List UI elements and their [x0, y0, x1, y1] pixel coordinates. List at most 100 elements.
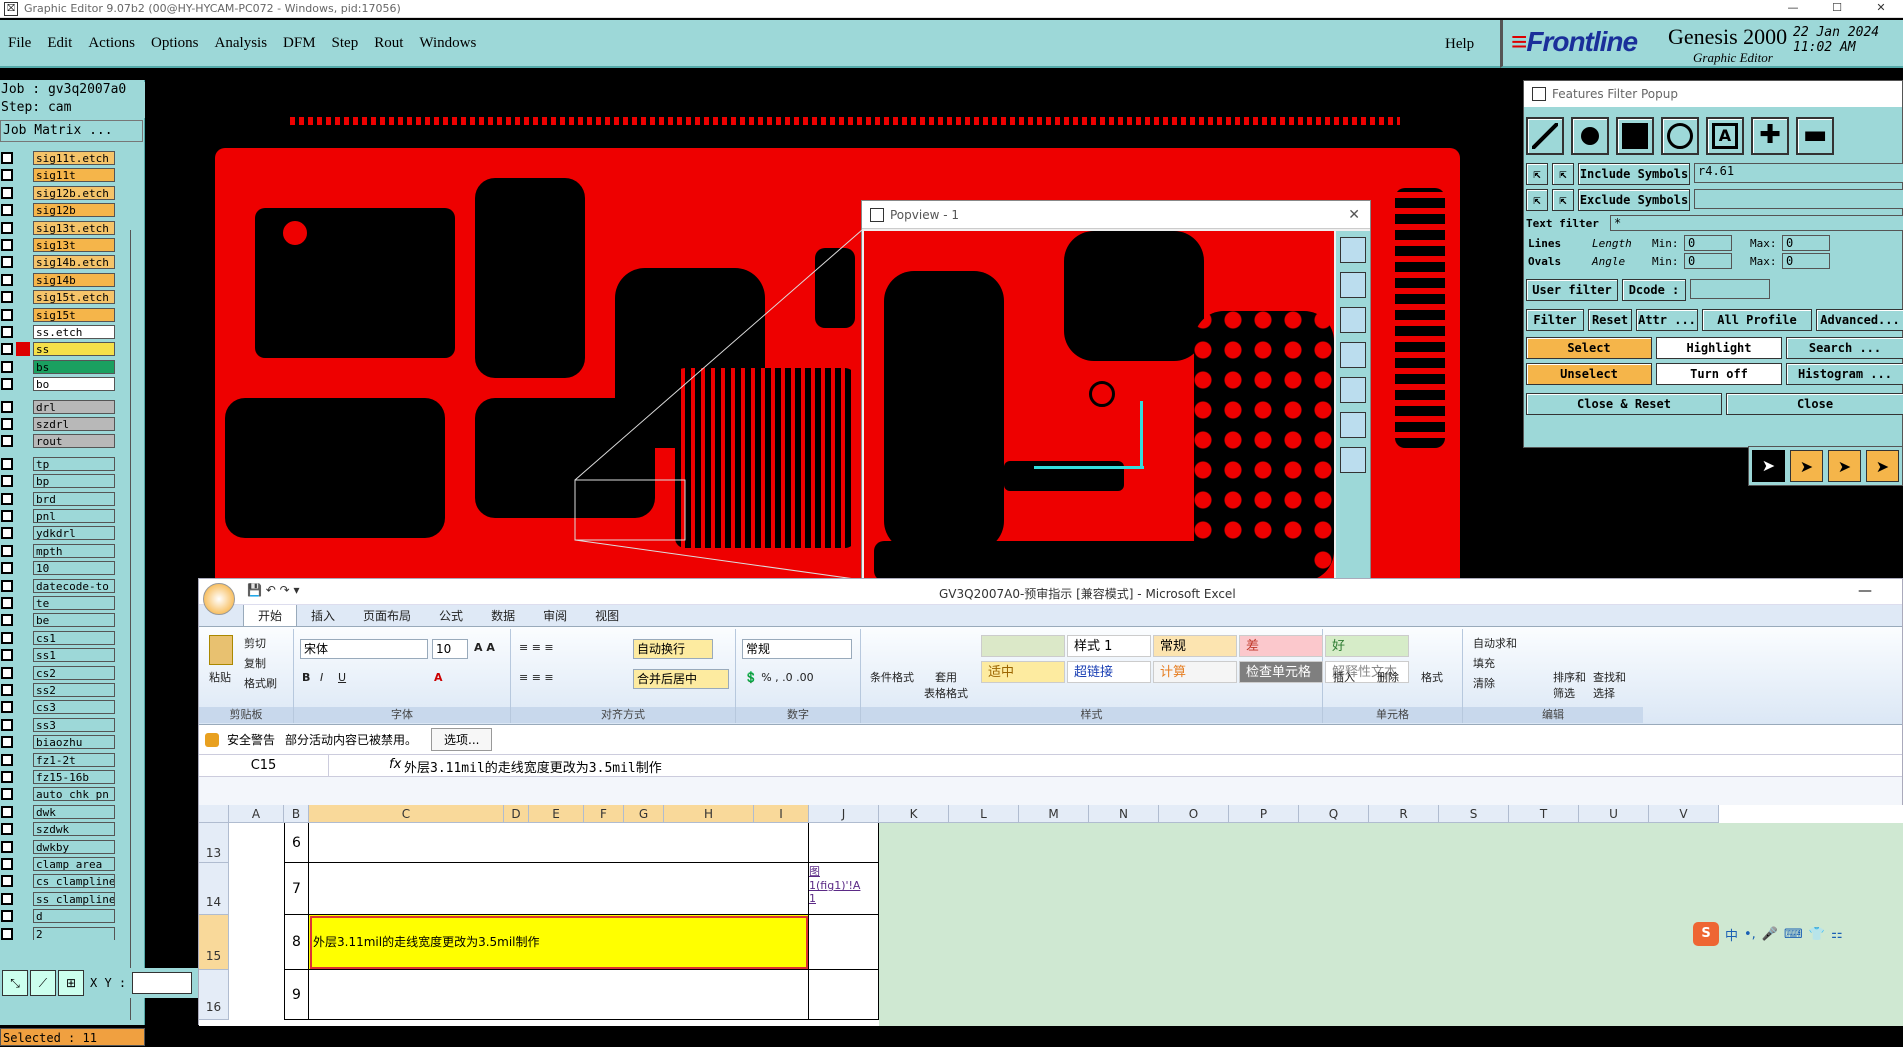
- italic-button[interactable]: I: [320, 671, 323, 684]
- measure-tool-icon[interactable]: ⟋: [30, 970, 56, 996]
- align-top-icon[interactable]: ≡ ≡ ≡: [519, 641, 554, 654]
- layer-name[interactable]: fz15-16b: [33, 770, 115, 784]
- layer-name[interactable]: sig11t.etch: [33, 151, 115, 165]
- layer-name[interactable]: rout: [33, 434, 115, 449]
- tab-page-layout[interactable]: 页面布局: [349, 605, 425, 626]
- grid-cell-c[interactable]: [309, 970, 809, 1020]
- insert-cells-button[interactable]: 插入: [1333, 669, 1355, 685]
- column-header[interactable]: S: [1439, 805, 1509, 823]
- layer-name[interactable]: 10: [33, 561, 115, 576]
- pointer-add-icon[interactable]: ➤: [1789, 450, 1823, 482]
- column-header[interactable]: B: [284, 805, 309, 823]
- cell-style-swatch[interactable]: 超链接: [1067, 661, 1151, 683]
- fit-view-icon[interactable]: [1340, 237, 1366, 263]
- layer-row[interactable]: szdrl: [0, 416, 143, 432]
- cell-style-swatch[interactable]: 样式 1: [1067, 635, 1151, 657]
- layer-checkbox[interactable]: [1, 273, 13, 286]
- include-symbols-input[interactable]: r4.61: [1694, 163, 1903, 183]
- zoom-tool-icon[interactable]: ⤡: [2, 970, 28, 996]
- search-button[interactable]: Search ...: [1786, 337, 1903, 359]
- layer-row[interactable]: sig11t.etch: [0, 150, 143, 166]
- include-pick-icon[interactable]: ⇱: [1526, 163, 1548, 185]
- spreadsheet-grid[interactable]: A B C D E F G H I J K L M N O P Q R S T U V 13 6 14 7 图 1(fig1)'!A…: [199, 805, 1903, 1026]
- grid-cell-c[interactable]: [309, 863, 809, 915]
- pan-icon[interactable]: [1340, 342, 1366, 368]
- select-all-corner[interactable]: [199, 805, 229, 823]
- layer-name[interactable]: bs: [33, 359, 115, 374]
- arc-symbol-icon[interactable]: [1661, 117, 1699, 155]
- grid-cell-j[interactable]: [809, 970, 879, 1020]
- toolbox-icon[interactable]: ⚏: [1831, 927, 1843, 942]
- layer-row[interactable]: ss1: [0, 647, 143, 663]
- layer-checkbox[interactable]: [1, 614, 13, 627]
- underline-button[interactable]: U: [338, 671, 346, 684]
- layer-checkbox[interactable]: [1, 875, 13, 888]
- layer-name[interactable]: cs_clampline: [33, 874, 115, 889]
- layer-name[interactable]: sig13t.etch: [33, 220, 115, 235]
- menu-windows[interactable]: Windows: [419, 35, 476, 52]
- layer-row[interactable]: ss.etch: [0, 324, 143, 340]
- layer-row[interactable]: d: [0, 908, 143, 924]
- advanced-button[interactable]: Advanced...: [1816, 309, 1903, 331]
- highlight-button[interactable]: Highlight: [1656, 337, 1782, 359]
- grid-cell-j[interactable]: [809, 823, 879, 863]
- menu-actions[interactable]: Actions: [88, 35, 135, 52]
- ime-punct-icon[interactable]: •,: [1744, 927, 1756, 942]
- layer-checkbox[interactable]: [1, 684, 13, 696]
- column-header[interactable]: O: [1159, 805, 1229, 823]
- length-max-input[interactable]: 0: [1782, 235, 1830, 251]
- cell-style-swatch[interactable]: [981, 635, 1065, 657]
- layer-name[interactable]: fz1-2t: [33, 752, 115, 767]
- layer-checkbox[interactable]: [1, 718, 13, 731]
- layer-checkbox[interactable]: [1, 378, 13, 391]
- filter-toggle[interactable]: Filter: [1526, 309, 1584, 331]
- excel-minimize-button[interactable]: —: [1858, 583, 1872, 599]
- menu-step[interactable]: Step: [332, 35, 359, 52]
- layer-name[interactable]: be: [33, 613, 115, 628]
- layer-row[interactable]: bp: [0, 473, 143, 489]
- layer-row[interactable]: szdwk: [0, 821, 143, 837]
- column-header[interactable]: M: [1019, 805, 1089, 823]
- layer-checkbox[interactable]: [1, 562, 13, 575]
- layer-name[interactable]: szdrl: [33, 417, 115, 431]
- layer-name[interactable]: sig13t: [33, 238, 115, 252]
- job-matrix-button[interactable]: Job Matrix ...: [0, 120, 143, 142]
- tab-data[interactable]: 数据: [477, 605, 529, 626]
- layer-row[interactable]: 10: [0, 560, 143, 576]
- column-header[interactable]: F: [584, 805, 624, 823]
- layer-row[interactable]: bo: [0, 376, 143, 392]
- layer-checkbox[interactable]: [1, 597, 13, 609]
- cell-style-swatch[interactable]: 差: [1239, 635, 1323, 657]
- layer-name[interactable]: datecode-to: [33, 578, 115, 593]
- grid-tool-icon[interactable]: ⊞: [58, 970, 84, 996]
- column-header[interactable]: N: [1089, 805, 1159, 823]
- column-header[interactable]: E: [529, 805, 584, 823]
- paste-button[interactable]: 粘贴: [209, 669, 231, 685]
- fx-icon[interactable]: fx: [389, 757, 401, 772]
- layer-row[interactable]: bs: [0, 359, 143, 375]
- layer-checkbox[interactable]: [1, 492, 13, 505]
- layer-name[interactable]: dwk: [33, 804, 115, 819]
- pad-symbol-icon[interactable]: [1571, 117, 1609, 155]
- column-header[interactable]: L: [949, 805, 1019, 823]
- include-symbols-button[interactable]: Include Symbols :: [1578, 163, 1690, 201]
- layer-name[interactable]: sig14b.etch: [33, 255, 115, 270]
- negative-polarity-icon[interactable]: ▬: [1796, 117, 1834, 155]
- layer-checkbox[interactable]: [1, 701, 13, 714]
- layer-row[interactable]: cs2: [0, 665, 143, 681]
- layer-checkbox[interactable]: [1, 823, 13, 836]
- layer-row[interactable]: cs1: [0, 630, 143, 646]
- grow-font-icon[interactable]: A A: [474, 641, 495, 654]
- layer-row[interactable]: datecode-to: [0, 578, 143, 594]
- column-header[interactable]: K: [879, 805, 949, 823]
- layer-row[interactable]: sig15t: [0, 307, 143, 323]
- menu-dfm[interactable]: DFM: [283, 35, 316, 52]
- layer-row[interactable]: pnl: [0, 508, 143, 524]
- layer-checkbox[interactable]: [1, 753, 13, 766]
- layer-name[interactable]: te: [33, 596, 115, 610]
- layer-checkbox[interactable]: [1, 326, 13, 338]
- layer-row[interactable]: sig13t: [0, 237, 143, 253]
- grid-cell-j[interactable]: 图 1(fig1)'!A 1: [809, 863, 879, 915]
- layer-checkbox[interactable]: [1, 649, 13, 662]
- copy-button[interactable]: 复制: [244, 655, 266, 671]
